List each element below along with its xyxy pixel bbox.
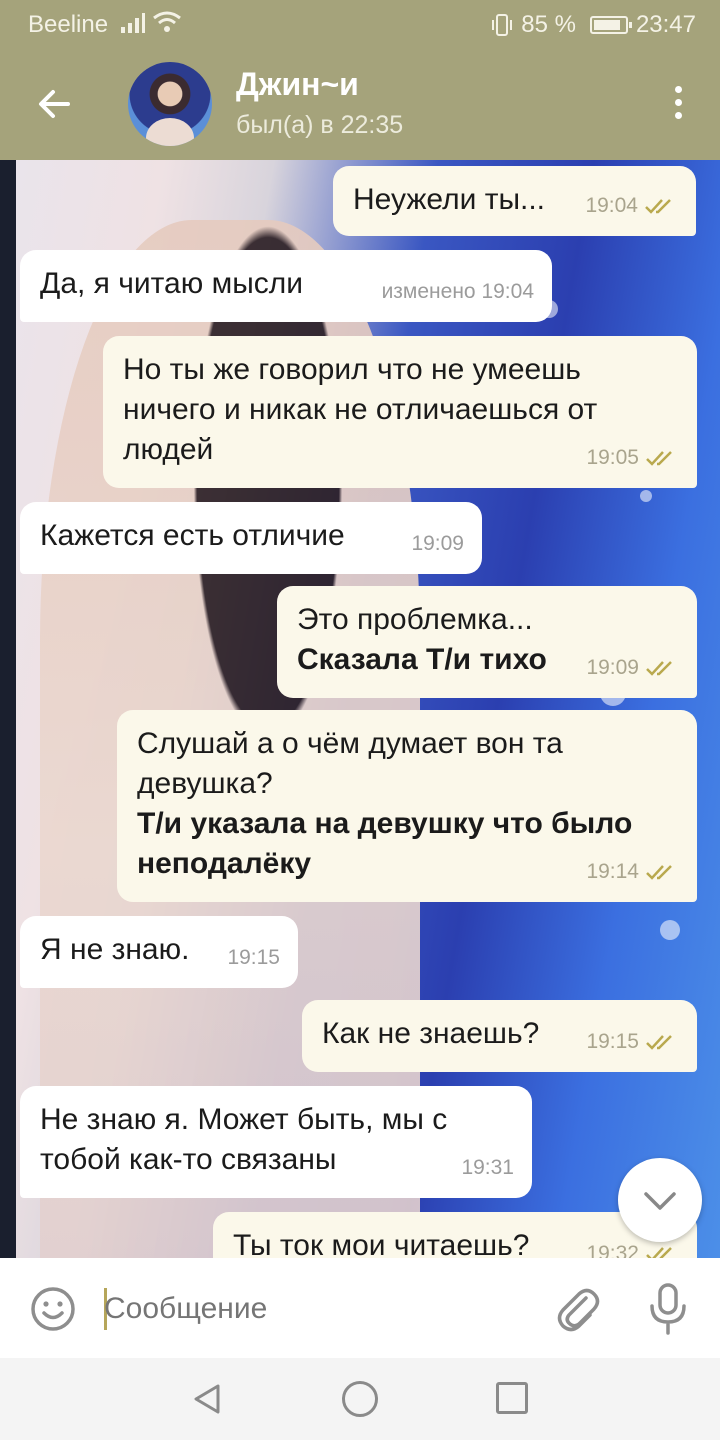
message-outgoing[interactable]: Это проблемка... Сказала Т/и тихо 19:09 bbox=[277, 586, 697, 698]
message-incoming[interactable]: Кажется есть отличие 19:09 bbox=[20, 502, 482, 574]
nav-recent-icon[interactable] bbox=[496, 1382, 528, 1414]
paperclip-icon[interactable] bbox=[554, 1284, 600, 1334]
message-text: Слушай а о чём думает вон та девушка? bbox=[137, 727, 563, 800]
message-meta: 19:09 bbox=[411, 524, 464, 564]
nav-back-icon[interactable] bbox=[190, 1382, 224, 1416]
message-meta: 19:04 bbox=[585, 186, 678, 226]
message-time: 19:15 bbox=[586, 1030, 639, 1053]
message-outgoing[interactable]: Но ты же говорил что не умеешь ничего и … bbox=[103, 336, 697, 488]
signal-icon bbox=[121, 13, 145, 33]
message-time: 19:09 bbox=[411, 532, 464, 555]
message-meta: изменено 19:04 bbox=[382, 272, 534, 312]
status-right: 85 % 23:47 bbox=[491, 11, 696, 39]
status-bar: Beeline 85 % 23:47 bbox=[0, 0, 720, 48]
wallpaper-sparkle bbox=[660, 920, 680, 940]
double-check-icon bbox=[646, 1035, 672, 1050]
message-time: 19:09 bbox=[586, 656, 639, 679]
wallpaper-frame bbox=[0, 160, 16, 1258]
wallpaper-sparkle bbox=[640, 490, 652, 502]
message-outgoing[interactable]: Слушай а о чём думает вон та девушка? Т/… bbox=[117, 710, 697, 902]
message-input[interactable] bbox=[104, 1284, 524, 1334]
last-seen-status: был(а) в 22:35 bbox=[236, 111, 404, 139]
message-time: изменено 19:04 bbox=[381, 280, 534, 303]
carrier-name: Beeline bbox=[28, 11, 109, 38]
more-vertical-icon[interactable] bbox=[672, 86, 684, 124]
chat-title[interactable]: Джин~и bbox=[236, 66, 359, 103]
battery-percent: 85 % bbox=[521, 11, 576, 38]
double-check-icon bbox=[646, 1247, 672, 1258]
double-check-icon bbox=[646, 865, 672, 880]
chevron-down-icon bbox=[644, 1192, 676, 1210]
message-meta: 19:05 bbox=[586, 438, 679, 478]
message-meta: 19:15 bbox=[227, 938, 280, 978]
message-meta: 19:31 bbox=[461, 1148, 514, 1188]
message-time: 19:04 bbox=[585, 194, 638, 217]
battery-level bbox=[593, 20, 620, 30]
message-time: 19:15 bbox=[227, 946, 280, 969]
wifi-icon bbox=[153, 11, 181, 32]
message-time: 19:14 bbox=[586, 860, 639, 883]
message-text: Кажется есть отличие bbox=[40, 519, 345, 552]
double-check-icon bbox=[645, 199, 671, 214]
message-text: Это проблемка... bbox=[297, 603, 533, 636]
message-incoming[interactable]: Да, я читаю мысли изменено 19:04 bbox=[20, 250, 552, 322]
smiley-icon[interactable] bbox=[30, 1286, 76, 1332]
message-meta: 19:14 bbox=[586, 852, 679, 892]
message-meta: 19:09 bbox=[586, 648, 679, 688]
message-time: 19:31 bbox=[461, 1156, 514, 1179]
message-incoming[interactable]: Не знаю я. Может быть, мы с тобой как-то… bbox=[20, 1086, 532, 1198]
battery-icon bbox=[589, 16, 632, 34]
clock: 23:47 bbox=[635, 11, 696, 38]
microphone-icon[interactable] bbox=[646, 1282, 690, 1336]
message-text: Не знаю я. Может быть, мы с тобой как-то… bbox=[40, 1103, 448, 1176]
system-nav-bar bbox=[0, 1358, 720, 1440]
avatar[interactable] bbox=[128, 62, 212, 146]
vibrate-icon bbox=[492, 14, 513, 36]
chat-area[interactable]: Неужели ты... 19:04 Да, я читаю мысли из… bbox=[0, 160, 720, 1258]
message-meta: 19:15 bbox=[586, 1022, 679, 1062]
message-time: 19:05 bbox=[586, 446, 639, 469]
message-composer bbox=[0, 1258, 720, 1358]
message-outgoing[interactable]: Неужели ты... 19:04 bbox=[333, 166, 696, 236]
double-check-icon bbox=[646, 451, 672, 466]
arrow-left-icon[interactable] bbox=[34, 84, 74, 124]
double-check-icon bbox=[646, 661, 672, 676]
nav-home-icon[interactable] bbox=[342, 1381, 378, 1417]
chat-header: Джин~и был(а) в 22:35 bbox=[0, 48, 720, 160]
message-incoming[interactable]: Я не знаю. 19:15 bbox=[20, 916, 298, 988]
scroll-down-button[interactable] bbox=[618, 1158, 702, 1242]
message-outgoing[interactable]: Как не знаешь? 19:15 bbox=[302, 1000, 697, 1072]
